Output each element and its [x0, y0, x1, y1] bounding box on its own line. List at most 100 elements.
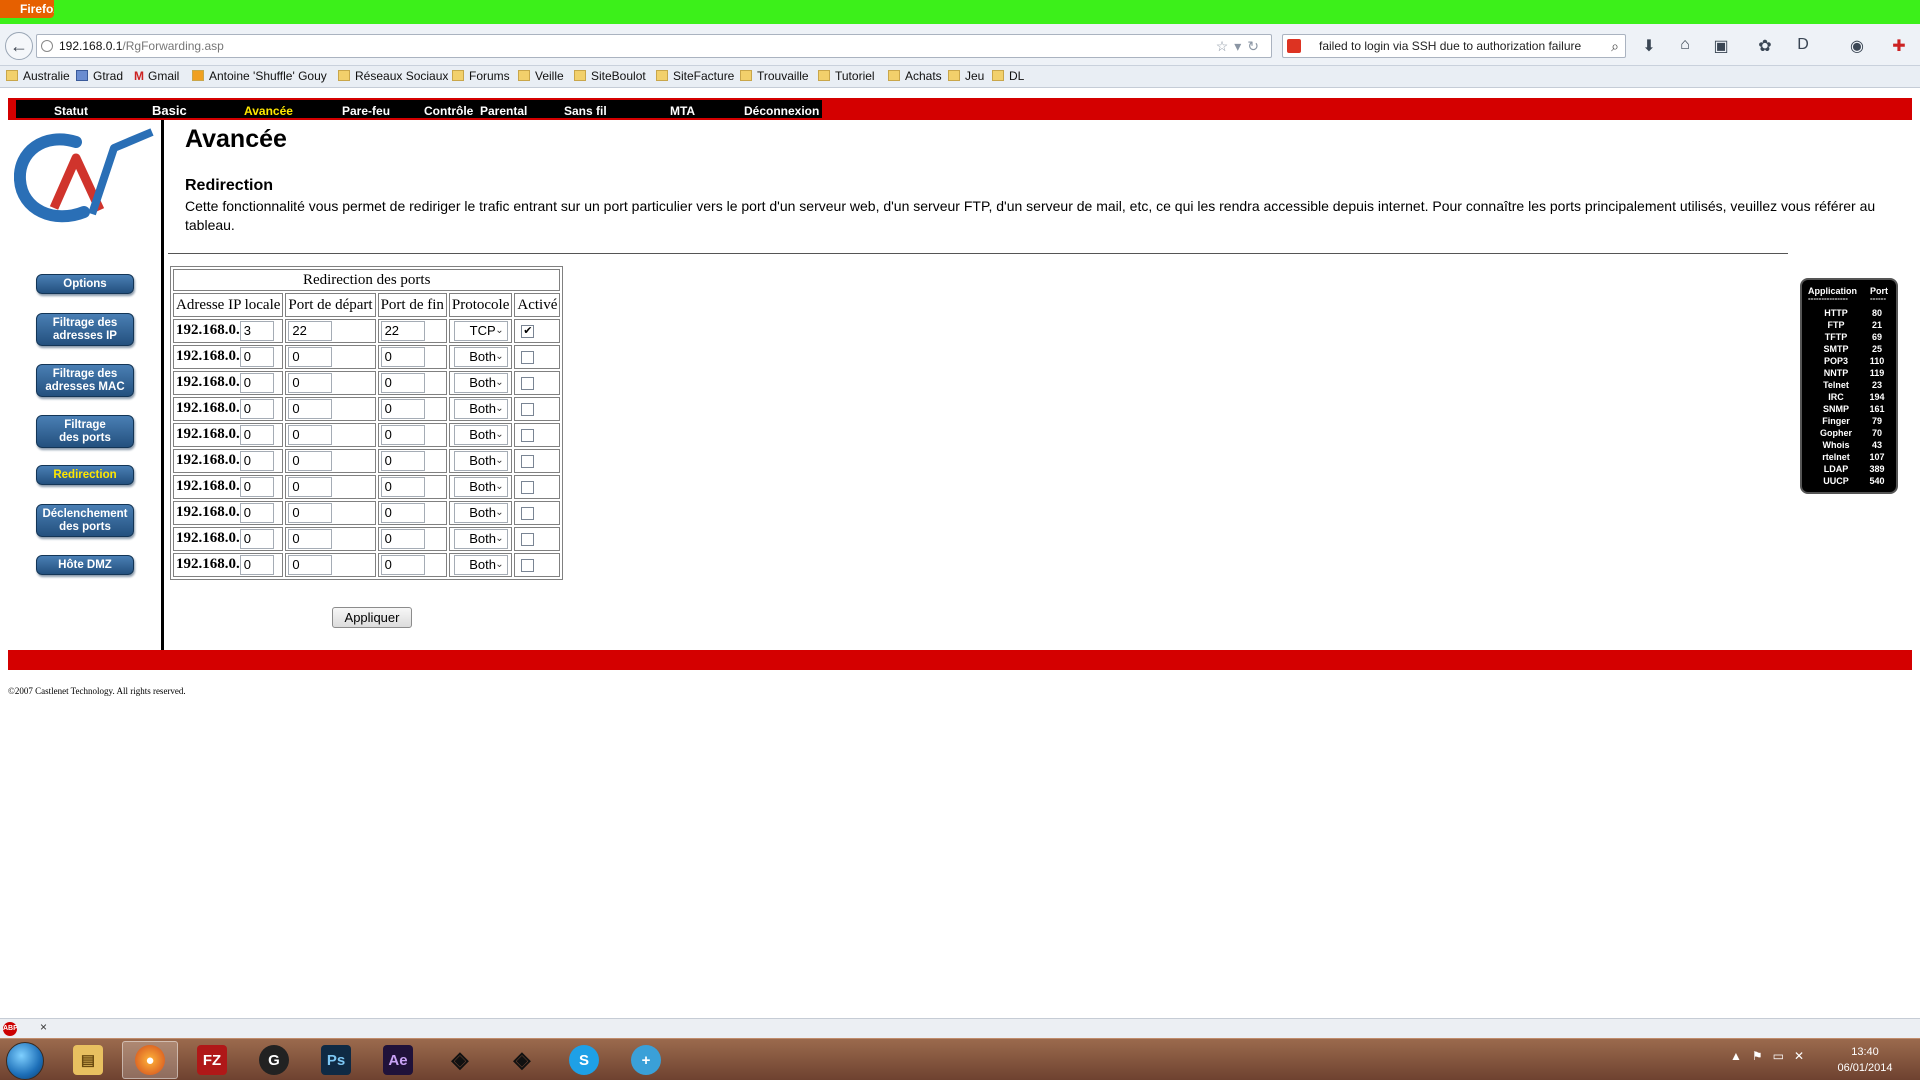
- skype-icon[interactable]: S: [556, 1041, 612, 1079]
- filezilla-icon[interactable]: FZ: [184, 1041, 240, 1079]
- protocol-select[interactable]: TCP ⌄: [453, 321, 508, 341]
- protocol-select[interactable]: Both ⌄: [453, 555, 508, 575]
- firefox-menu-button[interactable]: Firefox: [0, 0, 54, 18]
- bookmark-achats[interactable]: Achats: [888, 69, 942, 83]
- enabled-checkbox[interactable]: ✔: [521, 324, 535, 338]
- back-button[interactable]: ←: [5, 32, 33, 60]
- nav-sans-fil[interactable]: Sans fil: [564, 102, 607, 120]
- ip-last-octet-input[interactable]: 0: [239, 373, 274, 393]
- bookmark-gtrad[interactable]: Gtrad: [76, 69, 123, 83]
- enabled-checkbox[interactable]: [521, 558, 535, 572]
- search-bar[interactable]: failed to login via SSH due to authoriza…: [1282, 34, 1626, 58]
- enabled-checkbox[interactable]: [521, 480, 535, 494]
- ip-last-octet-input[interactable]: 0: [239, 451, 274, 471]
- bookmark-star-icon[interactable]: ☆▾↻: [1216, 35, 1265, 57]
- nav-avancee[interactable]: Avancée: [244, 102, 293, 120]
- search-magnifier-icon[interactable]: ⌕: [1611, 35, 1619, 57]
- search-engine-icon[interactable]: [1287, 39, 1301, 53]
- enabled-checkbox[interactable]: [521, 454, 535, 468]
- end-port-input[interactable]: 0: [380, 529, 425, 549]
- bookmark-tutoriel[interactable]: Tutoriel: [818, 69, 875, 83]
- bookmark-australie[interactable]: Australie: [6, 69, 70, 83]
- unity-icon[interactable]: ◈: [432, 1041, 488, 1079]
- start-button[interactable]: [6, 1042, 44, 1080]
- start-port-input[interactable]: 0: [288, 477, 333, 497]
- start-port-input[interactable]: 0: [288, 555, 333, 575]
- bookmark-dl[interactable]: DL: [992, 69, 1024, 83]
- home-icon[interactable]: ⌂: [1674, 36, 1696, 56]
- enabled-checkbox[interactable]: [521, 506, 535, 520]
- clock[interactable]: 13:40 06/01/2014: [1830, 1044, 1900, 1076]
- end-port-input[interactable]: 0: [380, 555, 425, 575]
- ip-last-octet-input[interactable]: 0: [239, 529, 274, 549]
- enabled-checkbox[interactable]: [521, 376, 535, 390]
- adblock-icon[interactable]: ABP: [3, 1022, 18, 1036]
- nav-statut[interactable]: Statut: [54, 102, 88, 120]
- start-port-input[interactable]: 0: [288, 503, 333, 523]
- start-port-input[interactable]: 0: [288, 425, 333, 445]
- bookmarks-menu-icon[interactable]: ▣: [1710, 36, 1732, 56]
- protocol-select[interactable]: Both ⌄: [453, 425, 508, 445]
- start-port-input[interactable]: 0: [288, 529, 333, 549]
- sourcetree-icon[interactable]: G: [246, 1041, 302, 1079]
- sidebar-ip-filter-button[interactable]: Filtrage des adresses IP: [36, 313, 134, 346]
- nav-deconnexion[interactable]: Déconnexion: [744, 102, 819, 120]
- start-port-input[interactable]: 0: [288, 399, 333, 419]
- protocol-select[interactable]: Both ⌄: [453, 399, 508, 419]
- bookmark-reseaux-sociaux[interactable]: Réseaux Sociaux: [338, 69, 448, 83]
- sidebar-port-filter-button[interactable]: Filtrage des ports: [36, 415, 134, 448]
- ip-last-octet-input[interactable]: 0: [239, 347, 274, 367]
- bookmark-sitefacture[interactable]: SiteFacture: [656, 69, 734, 83]
- end-port-input[interactable]: 22: [380, 321, 425, 341]
- bookmark-antoine[interactable]: Antoine 'Shuffle' Gouy: [192, 69, 327, 83]
- bookmark-siteboulot[interactable]: SiteBoulot: [574, 69, 646, 83]
- start-port-input[interactable]: 0: [288, 373, 333, 393]
- end-port-input[interactable]: 0: [380, 451, 425, 471]
- bookmark-jeu[interactable]: Jeu: [948, 69, 984, 83]
- protocol-select[interactable]: Both ⌄: [453, 373, 508, 393]
- download-icon[interactable]: ⬇: [1638, 36, 1660, 56]
- start-port-input[interactable]: 22: [288, 321, 333, 341]
- end-port-input[interactable]: 0: [380, 373, 425, 393]
- end-port-input[interactable]: 0: [380, 347, 425, 367]
- enabled-checkbox[interactable]: [521, 428, 535, 442]
- nav-controle-parental[interactable]: Contrôle Parental: [424, 102, 527, 120]
- apply-button[interactable]: Appliquer: [332, 607, 412, 628]
- sidebar-mac-filter-button[interactable]: Filtrage des adresses MAC: [36, 364, 134, 397]
- sidebar-dmz-button[interactable]: Hôte DMZ: [36, 555, 134, 575]
- bookmark-forums[interactable]: Forums: [452, 69, 510, 83]
- protocol-select[interactable]: Both ⌄: [453, 529, 508, 549]
- close-icon[interactable]: ×: [40, 1020, 47, 1034]
- ip-last-octet-input[interactable]: 0: [239, 477, 274, 497]
- end-port-input[interactable]: 0: [380, 503, 425, 523]
- photoshop-icon[interactable]: Ps: [308, 1041, 364, 1079]
- bookmark-veille[interactable]: Veille: [518, 69, 564, 83]
- downthemall-icon[interactable]: D: [1792, 36, 1814, 56]
- firefox-icon[interactable]: ●: [122, 1041, 178, 1079]
- sidebar-redirection-button[interactable]: Redirection: [36, 465, 134, 485]
- end-port-input[interactable]: 0: [380, 399, 425, 419]
- url-bar[interactable]: 192.168.0.1/RgForwarding.asp ☆▾↻: [36, 34, 1272, 58]
- unity-icon[interactable]: ◈: [494, 1041, 550, 1079]
- enabled-checkbox[interactable]: [521, 350, 535, 364]
- after-effects-icon[interactable]: Ae: [370, 1041, 426, 1079]
- ip-last-octet-input[interactable]: 0: [239, 425, 274, 445]
- bookmark-gmail[interactable]: M Gmail: [134, 69, 179, 83]
- ip-last-octet-input[interactable]: 0: [239, 503, 274, 523]
- app-icon[interactable]: +: [618, 1041, 674, 1079]
- start-port-input[interactable]: 0: [288, 451, 333, 471]
- sidebar-options-button[interactable]: Options: [36, 274, 134, 294]
- end-port-input[interactable]: 0: [380, 425, 425, 445]
- protocol-select[interactable]: Both ⌄: [453, 503, 508, 523]
- ip-last-octet-input[interactable]: 3: [239, 321, 274, 341]
- system-tray[interactable]: ▲⚑▭✕: [1730, 1049, 1814, 1063]
- protocol-select[interactable]: Both ⌄: [453, 347, 508, 367]
- extension-icon[interactable]: ✿: [1754, 36, 1776, 56]
- enabled-checkbox[interactable]: [521, 402, 535, 416]
- ip-last-octet-input[interactable]: 0: [239, 555, 274, 575]
- sync-icon[interactable]: ◉: [1846, 36, 1868, 56]
- sidebar-port-trigger-button[interactable]: Déclenchement des ports: [36, 504, 134, 537]
- protocol-select[interactable]: Both ⌄: [453, 477, 508, 497]
- protocol-select[interactable]: Both ⌄: [453, 451, 508, 471]
- nav-basic[interactable]: Basic: [152, 102, 187, 120]
